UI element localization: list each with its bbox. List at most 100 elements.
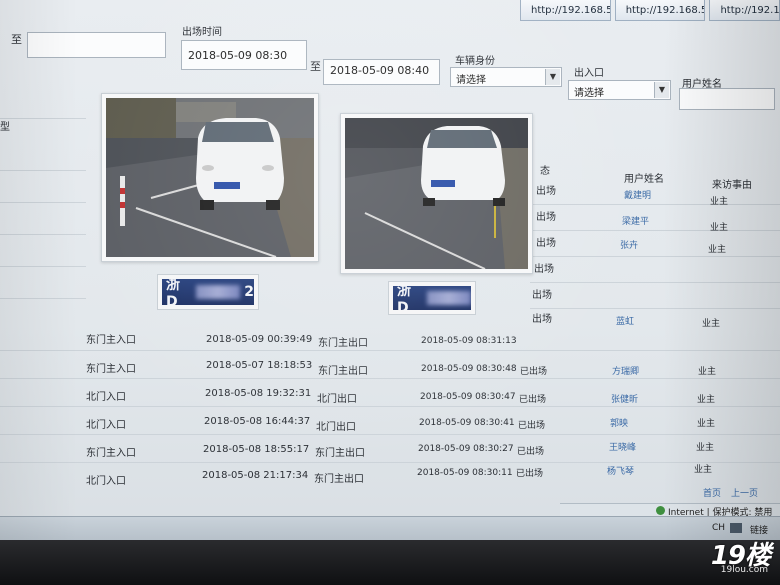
table-row[interactable]: 北门入口 2018-05-08 16:44:37 北门出口 2018-05-09… bbox=[0, 406, 780, 435]
prev-page-button[interactable]: 上一页 bbox=[731, 486, 758, 499]
entry-time-cell: 2018-05-08 16:44:37 bbox=[204, 416, 311, 427]
left-panel-header: 型 bbox=[0, 102, 86, 133]
state-cell: 出场 bbox=[532, 290, 552, 301]
vehicle-identity-label: 车辆身份 bbox=[455, 56, 495, 67]
left-row bbox=[0, 268, 86, 299]
state-cell: 出场 bbox=[534, 264, 554, 275]
table-row[interactable]: 东门主入口 2018-05-09 00:39:49 东门主出口 2018-05-… bbox=[0, 322, 780, 351]
plate-prefix: 浙D bbox=[397, 286, 411, 310]
chevron-down-icon[interactable]: ▼ bbox=[545, 69, 560, 85]
plate-prefix: 浙D bbox=[166, 279, 180, 305]
reason-cell: 业主 bbox=[697, 419, 716, 429]
entry-camera-photo[interactable] bbox=[106, 98, 314, 257]
browser-tab-strip: http://192.168.5.10... http://192.168.5.… bbox=[520, 0, 780, 22]
first-page-button[interactable]: 首页 bbox=[703, 486, 721, 499]
exit-gate-cell: 东门主出口 bbox=[314, 474, 364, 485]
state-cell: 出场 bbox=[536, 212, 556, 223]
right-table-row[interactable]: 出场 梁建平 业主 bbox=[530, 204, 780, 233]
tab-label: http://192.168.5.10... bbox=[531, 4, 611, 16]
name-cell[interactable]: 王晓峰 bbox=[609, 440, 636, 453]
exit-time-to-field[interactable]: 2018-05-09 08:40 bbox=[323, 59, 440, 85]
gate-value: 请选择 bbox=[574, 88, 604, 99]
name-cell[interactable]: 方瑞卿 bbox=[612, 364, 639, 377]
site-watermark-url: 19lou.com bbox=[720, 565, 768, 575]
browser-tab[interactable]: http://192.168.5.10... bbox=[520, 0, 611, 21]
entry-time-to-field[interactable] bbox=[27, 32, 166, 58]
right-table-row[interactable]: 出场 戴建明 业主 bbox=[530, 178, 780, 207]
exit-gate-cell: 北门出口 bbox=[317, 394, 357, 405]
exit-camera-photo[interactable] bbox=[345, 118, 528, 269]
entry-time-cell: 2018-05-07 18:18:53 bbox=[206, 360, 313, 371]
state-cell: 已出场 bbox=[517, 447, 545, 457]
right-table-row[interactable]: 出场 张卉 业主 bbox=[530, 230, 780, 257]
reason-cell: 业主 bbox=[698, 367, 717, 377]
windows-taskbar: CH 链接 bbox=[0, 516, 780, 541]
exit-gate-cell: 东门主出口 bbox=[318, 338, 368, 349]
exit-time-cell: 2018-05-09 08:31:13 bbox=[421, 336, 517, 346]
table-row[interactable]: 东门主入口 2018-05-07 18:18:53 东门主出口 2018-05-… bbox=[0, 350, 780, 379]
exit-time-from-field[interactable]: 2018-05-09 08:30 bbox=[181, 40, 307, 70]
flag-icon[interactable] bbox=[730, 523, 742, 533]
plate-redaction bbox=[426, 291, 471, 305]
name-cell[interactable]: 梁建平 bbox=[622, 214, 649, 227]
to-separator: 至 bbox=[310, 60, 321, 73]
name-cell[interactable]: 郭映 bbox=[610, 416, 628, 429]
exit-time-cell: 2018-05-09 08:30:27 bbox=[418, 444, 514, 454]
reason-cell: 业主 bbox=[708, 245, 727, 255]
exit-plate-crop: 浙D bbox=[388, 281, 476, 315]
col-state-header: 态 bbox=[540, 166, 550, 177]
left-panel-header-text: 型 bbox=[0, 122, 10, 133]
plate-tail: 2 bbox=[244, 284, 254, 300]
user-name-field[interactable] bbox=[679, 88, 775, 110]
state-cell: 出场 bbox=[536, 238, 556, 249]
exit-time-cell: 2018-05-09 08:30:11 bbox=[417, 468, 513, 478]
entry-gate-cell: 东门主入口 bbox=[86, 448, 136, 459]
ime-indicator[interactable]: CH bbox=[712, 523, 725, 533]
browser-tab[interactable]: http://192.16... bbox=[709, 0, 780, 21]
name-cell[interactable]: 杨飞琴 bbox=[607, 464, 634, 477]
name-cell[interactable]: 戴建明 bbox=[624, 188, 651, 201]
left-row bbox=[0, 140, 86, 171]
entry-time-cell: 2018-05-09 00:39:49 bbox=[206, 334, 313, 345]
gate-select[interactable]: 请选择 ▼ bbox=[568, 80, 671, 100]
exit-gate-cell: 东门主出口 bbox=[315, 448, 365, 459]
left-row bbox=[0, 204, 86, 235]
tab-label: http://192.168.5.10... bbox=[625, 4, 706, 16]
entry-plate-crop: 浙D 2 bbox=[157, 274, 259, 310]
right-table-row[interactable]: 出场 bbox=[530, 256, 780, 283]
chevron-down-icon[interactable]: ▼ bbox=[654, 82, 669, 98]
entry-gate-cell: 东门主入口 bbox=[86, 364, 136, 375]
monitor-bezel bbox=[0, 540, 780, 585]
state-cell: 出场 bbox=[536, 186, 556, 197]
right-table-row[interactable]: 出场 bbox=[530, 282, 780, 309]
state-cell: 已出场 bbox=[519, 395, 547, 405]
tab-label: http://192.16... bbox=[720, 4, 780, 16]
globe-icon bbox=[656, 506, 665, 515]
table-row[interactable]: 东门主入口 2018-05-08 18:55:17 东门主出口 2018-05-… bbox=[0, 434, 780, 463]
vehicle-identity-select[interactable]: 请选择 ▼ bbox=[450, 67, 562, 87]
monitor-screen: http://192.168.5.10... http://192.168.5.… bbox=[0, 0, 780, 585]
name-cell[interactable]: 张健昕 bbox=[611, 392, 638, 405]
license-plate: 浙D 2 bbox=[162, 279, 254, 305]
plate-redaction bbox=[195, 285, 241, 299]
entry-photo-frame bbox=[101, 93, 319, 262]
to-separator: 至 bbox=[11, 33, 22, 46]
exit-gate-cell: 东门主出口 bbox=[318, 366, 368, 377]
entry-time-cell: 2018-05-08 19:32:31 bbox=[205, 388, 312, 399]
table-row[interactable]: 北门入口 2018-05-08 21:17:34 东门主出口 2018-05-0… bbox=[0, 462, 780, 490]
gate-label: 出入口 bbox=[574, 68, 604, 79]
reason-cell: 业主 bbox=[694, 465, 713, 475]
reason-cell: 业主 bbox=[697, 395, 716, 405]
state-cell: 已出场 bbox=[518, 421, 546, 431]
exit-time-cell: 2018-05-09 08:30:41 bbox=[419, 418, 515, 428]
browser-tab[interactable]: http://192.168.5.10... bbox=[614, 0, 706, 21]
exit-time-label: 出场时间 bbox=[182, 27, 222, 38]
entry-gate-cell: 北门入口 bbox=[86, 392, 126, 403]
left-row bbox=[0, 172, 86, 203]
name-cell[interactable]: 张卉 bbox=[620, 238, 638, 251]
state-cell: 已出场 bbox=[520, 367, 548, 377]
entry-time-cell: 2018-05-08 21:17:34 bbox=[202, 470, 309, 481]
entry-gate-cell: 北门入口 bbox=[86, 420, 126, 431]
table-row[interactable]: 北门入口 2018-05-08 19:32:31 北门出口 2018-05-09… bbox=[0, 378, 780, 407]
exit-time-cell: 2018-05-09 08:30:47 bbox=[420, 392, 516, 402]
